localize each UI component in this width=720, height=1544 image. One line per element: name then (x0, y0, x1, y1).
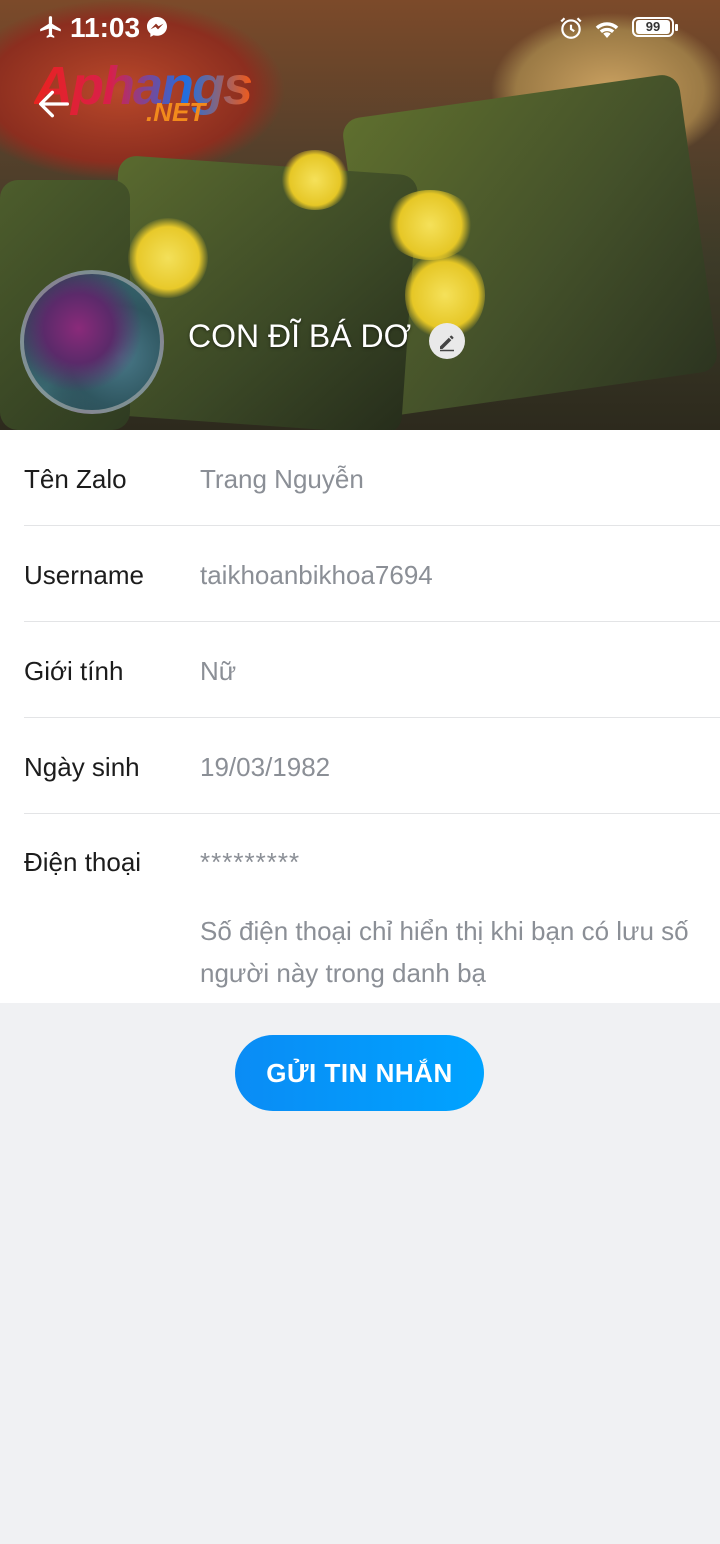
phone-visibility-note: Số điện thoại chỉ hiển thị khi bạn có lư… (200, 916, 689, 988)
phone-masked-value: ********* (200, 847, 301, 877)
status-bar: 11:03 99 (0, 0, 720, 56)
display-name: CON ĐĨ BÁ DƠ (188, 318, 412, 354)
field-value: taikhoanbikhoa7694 (200, 560, 433, 590)
avatar[interactable] (20, 270, 164, 414)
field-zalo-name: Tên Zalo Trang Nguyễn (0, 430, 720, 526)
field-value: Nữ (200, 656, 237, 686)
profile-info-list: Tên Zalo Trang Nguyễn Username taikhoanb… (0, 430, 720, 814)
messenger-icon (147, 17, 167, 37)
battery-level: 99 (636, 20, 670, 34)
edit-name-button[interactable] (429, 323, 465, 359)
field-username: Username taikhoanbikhoa7694 (0, 526, 720, 622)
field-label: Username (24, 560, 144, 590)
alarm-icon (560, 17, 582, 39)
field-value: 19/03/1982 (200, 752, 331, 782)
field-birthday: Ngày sinh 19/03/1982 (0, 718, 720, 814)
flower-decoration (385, 190, 475, 260)
wifi-icon (595, 22, 619, 38)
back-arrow-icon[interactable] (34, 84, 74, 124)
field-gender: Giới tính Nữ (0, 622, 720, 718)
status-time: 11:03 (70, 12, 141, 43)
field-label: Giới tính (24, 656, 124, 686)
battery-icon: 99 (632, 17, 678, 37)
pencil-icon (440, 335, 454, 352)
field-phone: Điện thoại ********* Số điện thoại chỉ h… (0, 814, 720, 1003)
field-value: Trang Nguyễn (200, 464, 364, 494)
field-label: Ngày sinh (24, 752, 140, 782)
airplane-icon (40, 16, 61, 38)
send-message-button[interactable]: GỬI TIN NHẮN (235, 1035, 484, 1111)
field-label: Tên Zalo (24, 464, 127, 494)
field-label: Điện thoại (24, 847, 142, 877)
flower-decoration (280, 150, 350, 210)
watermark-logo-sub: .NET (146, 97, 206, 127)
cover-photo: 11:03 99 Aphangs .NET CON ĐĨ BÁ DƠ (0, 0, 720, 430)
flower-decoration (128, 218, 208, 298)
